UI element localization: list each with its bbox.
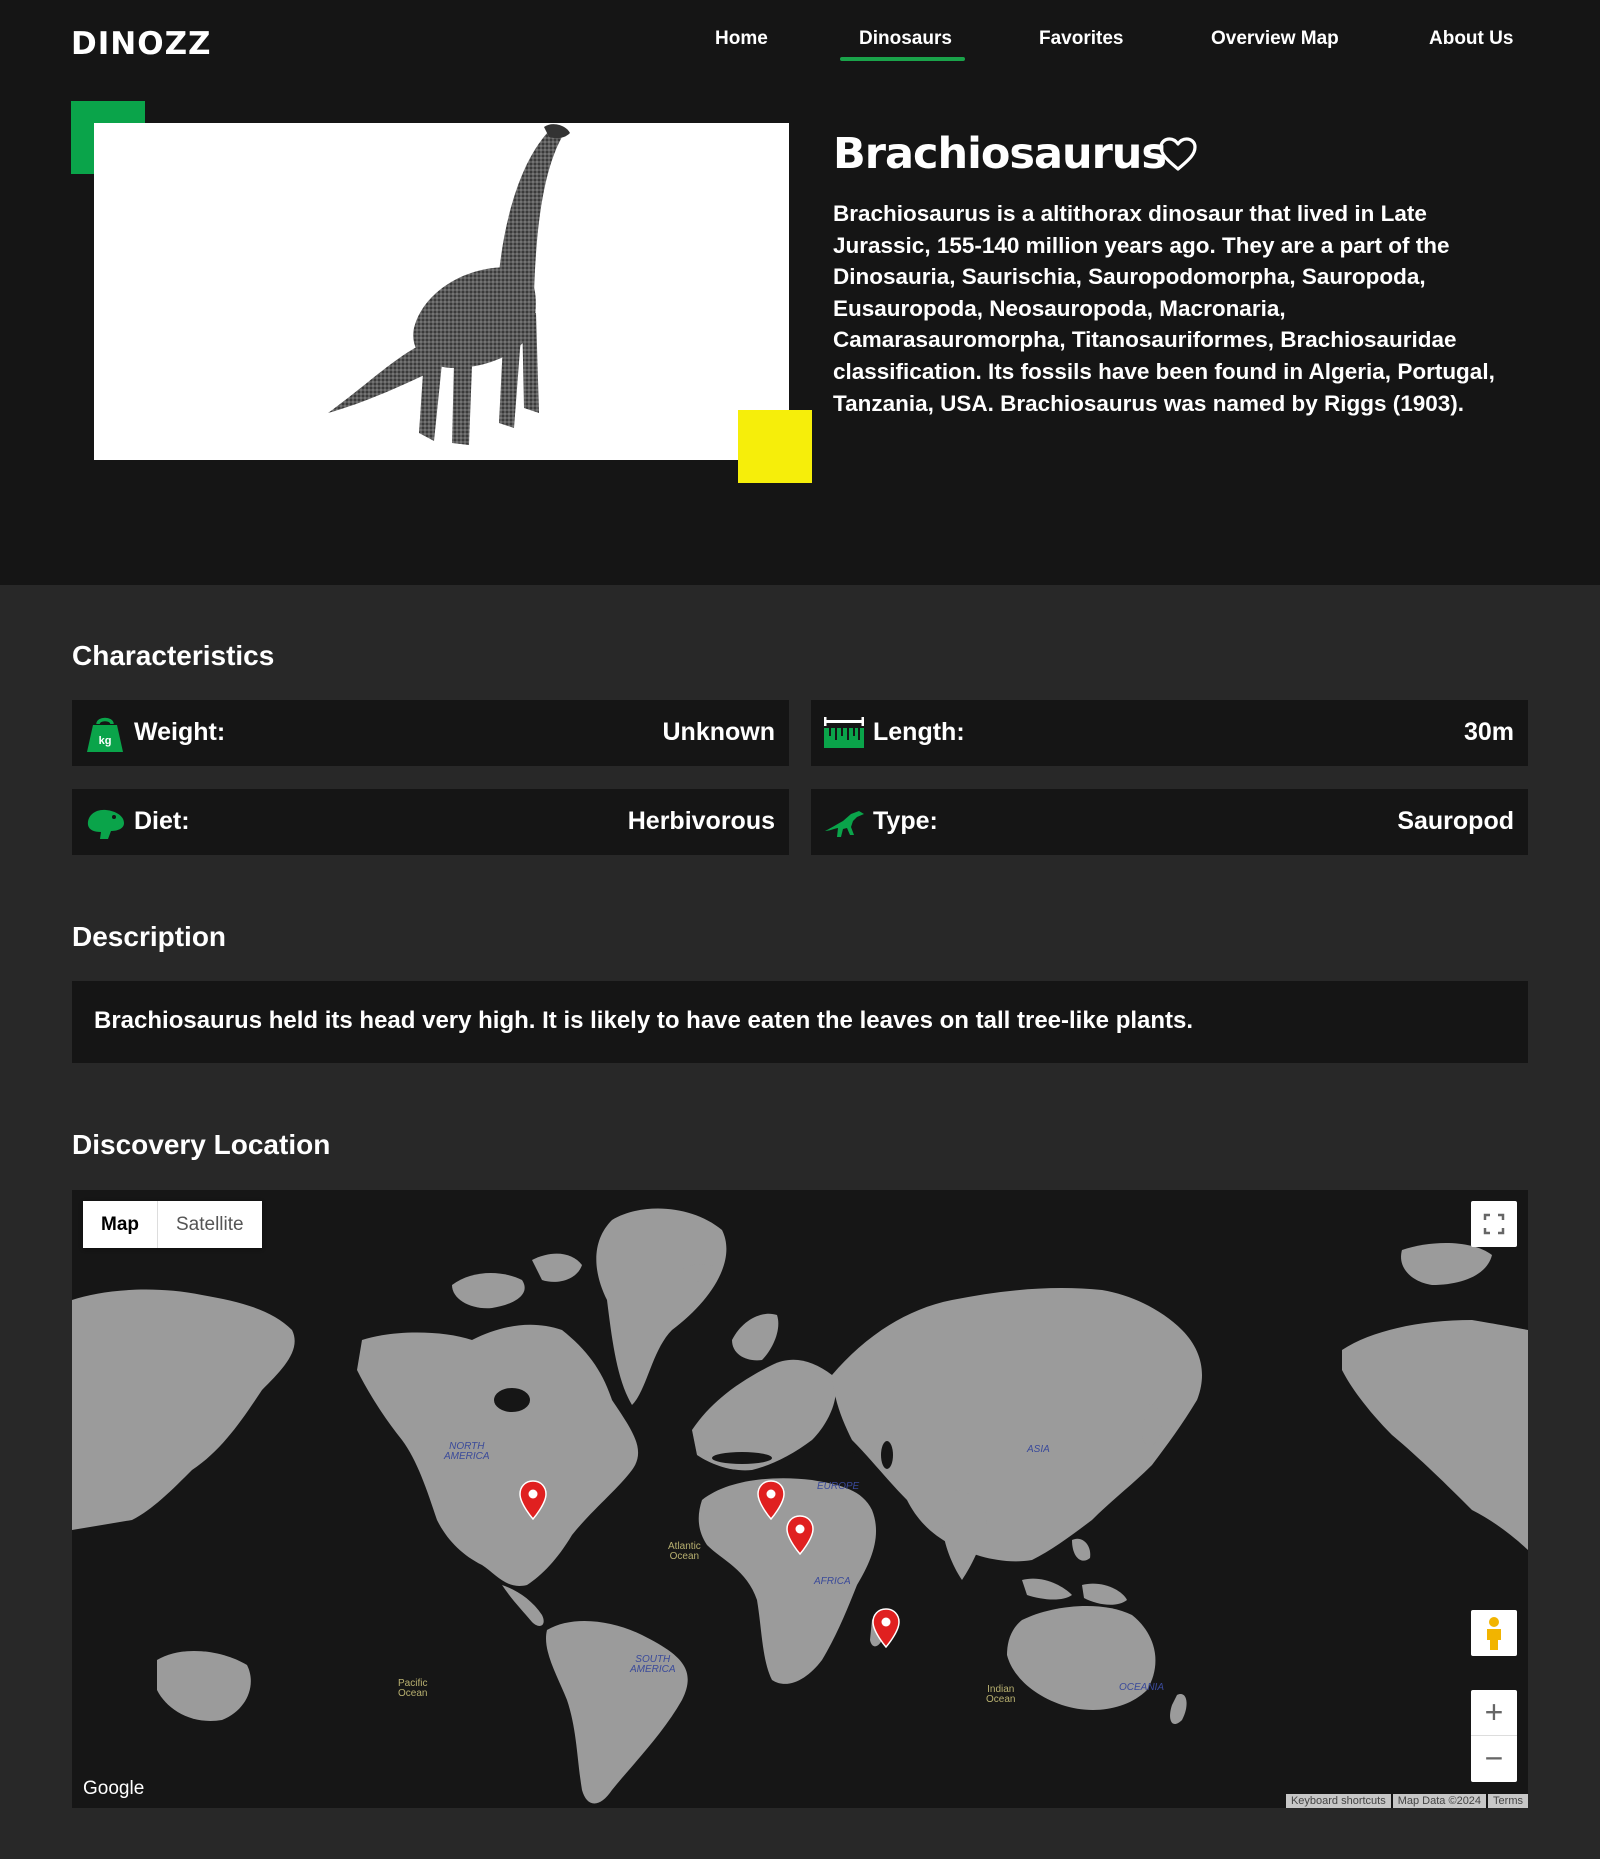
diet-value: Herbivorous bbox=[627, 807, 775, 835]
logo[interactable]: DINOZZ bbox=[71, 26, 212, 62]
characteristics-heading: Characteristics bbox=[72, 640, 275, 671]
nav-overview-map[interactable]: Overview Map bbox=[1211, 28, 1339, 50]
diet-label: Diet: bbox=[134, 807, 190, 835]
weight-card: kg Weight: Unknown bbox=[72, 700, 789, 766]
discovery-heading: Discovery Location bbox=[72, 1129, 331, 1160]
weight-icon-text: kg bbox=[99, 735, 112, 747]
nav-home[interactable]: Home bbox=[715, 28, 768, 50]
map-type-satellite-button[interactable]: Satellite bbox=[158, 1201, 262, 1248]
description-heading: Description bbox=[72, 921, 227, 952]
map-label-pacific: Pacific Ocean bbox=[398, 1678, 428, 1699]
nav-active-indicator bbox=[840, 57, 965, 61]
keyboard-shortcuts-link[interactable]: Keyboard shortcuts bbox=[1285, 1794, 1391, 1808]
map-marker-usa[interactable] bbox=[519, 1480, 547, 1520]
dinosaur-image bbox=[94, 123, 789, 460]
google-logo: Google bbox=[83, 1778, 145, 1799]
map-marker-tanzania[interactable] bbox=[872, 1608, 900, 1648]
description-text: Brachiosaurus held its head very high. I… bbox=[94, 1007, 1194, 1034]
favorite-heart-icon[interactable] bbox=[1158, 136, 1198, 172]
terms-link[interactable]: Terms bbox=[1488, 1794, 1528, 1808]
map-label-north-america: NORTH AMERICA bbox=[444, 1441, 490, 1462]
type-label: Type: bbox=[873, 807, 938, 835]
map-type-toggle: Map Satellite bbox=[83, 1201, 262, 1248]
map-type-map-button[interactable]: Map bbox=[83, 1201, 158, 1248]
zoom-controls: + − bbox=[1471, 1690, 1517, 1782]
length-card: Length: 30m bbox=[811, 700, 1528, 766]
ruler-icon bbox=[824, 717, 864, 748]
street-view-pegman-icon[interactable] bbox=[1471, 1610, 1517, 1656]
map-marker-algeria[interactable] bbox=[786, 1515, 814, 1555]
map-label-europe: EUROPE bbox=[817, 1481, 860, 1492]
zoom-in-button[interactable]: + bbox=[1471, 1690, 1517, 1736]
length-label: Length: bbox=[873, 718, 965, 746]
diet-icon bbox=[87, 809, 124, 839]
dinosaur-type-icon bbox=[825, 811, 864, 837]
map-label-africa: AFRICA bbox=[814, 1576, 851, 1587]
nav-dinosaurs[interactable]: Dinosaurs bbox=[859, 28, 952, 50]
map-label-south-america: SOUTH AMERICA bbox=[630, 1654, 676, 1675]
weight-value: Unknown bbox=[662, 718, 776, 746]
discovery-map[interactable]: NORTH AMERICA SOUTH AMERICA EUROPE ASIA AF… bbox=[72, 1190, 1528, 1808]
fullscreen-icon[interactable] bbox=[1471, 1201, 1517, 1247]
nav-about-us[interactable]: About Us bbox=[1429, 28, 1513, 50]
zoom-out-button[interactable]: − bbox=[1471, 1736, 1517, 1782]
dinosaur-name: Brachiosaurus bbox=[833, 129, 1167, 179]
kg-weight-icon: kg bbox=[87, 717, 123, 752]
map-data-text: Map Data ©2024 bbox=[1392, 1794, 1487, 1808]
description-box: Brachiosaurus held its head very high. I… bbox=[72, 981, 1528, 1063]
map-label-oceania: OCEANIA bbox=[1119, 1682, 1165, 1693]
length-value: 30m bbox=[1463, 718, 1514, 746]
decor-yellow-square bbox=[738, 410, 812, 483]
weight-label: Weight: bbox=[134, 718, 226, 746]
map-marker-portugal[interactable] bbox=[757, 1480, 785, 1520]
map-attribution: Keyboard shortcuts Map Data ©2024 Terms bbox=[1285, 1794, 1528, 1808]
diet-card: Diet: Herbivorous bbox=[72, 789, 789, 855]
hero-section: DINOZZ Home Dinosaurs Favorites Overview… bbox=[0, 0, 1600, 585]
brachiosaurus-illustration bbox=[328, 124, 570, 445]
map-label-atlantic: Atlantic Ocean bbox=[668, 1541, 701, 1562]
map-label-indian: Indian Ocean bbox=[986, 1684, 1016, 1705]
world-map-landmass[interactable] bbox=[72, 1190, 1528, 1808]
nav-favorites[interactable]: Favorites bbox=[1039, 28, 1123, 50]
dinosaur-intro: Brachiosaurus is a altithorax dinosaur t… bbox=[833, 201, 1495, 416]
type-card: Type: Sauropod bbox=[811, 789, 1528, 855]
map-label-asia: ASIA bbox=[1027, 1444, 1050, 1455]
type-value: Sauropod bbox=[1397, 807, 1514, 835]
